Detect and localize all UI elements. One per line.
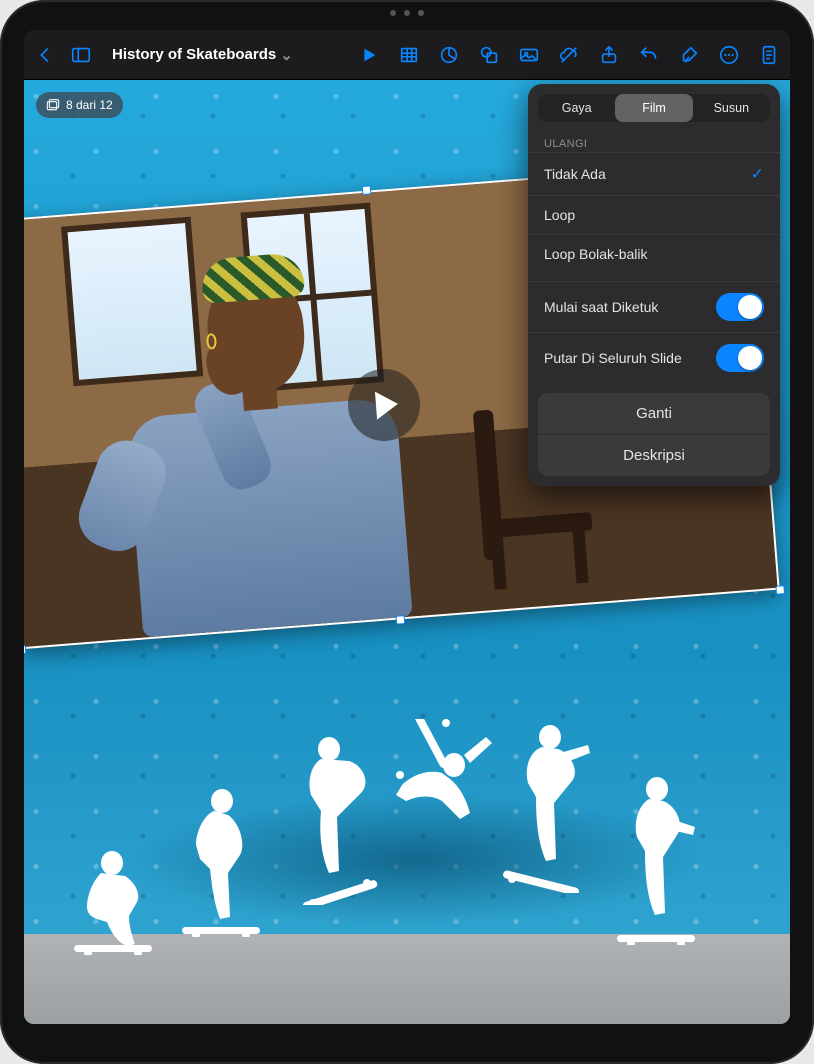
format-popover: Gaya Film Susun ULANGI Tidak Ada ✓ Loop … (528, 84, 780, 486)
cloud-off-icon[interactable] (558, 44, 580, 66)
play-presentation-icon[interactable] (358, 44, 380, 66)
format-tabs: Gaya Film Susun (538, 94, 770, 122)
repeat-option-label: Tidak Ada (544, 166, 606, 182)
row-start-on-tap: Mulai saat Diketuk (528, 282, 780, 333)
more-icon[interactable] (718, 44, 740, 66)
shapes-icon[interactable] (478, 44, 500, 66)
format-brush-icon[interactable] (678, 44, 700, 66)
screen: History of Skateboards ⌄ 8 dari (24, 30, 790, 1024)
back-icon[interactable] (34, 44, 56, 66)
document-title[interactable]: History of Skateboards ⌄ (112, 46, 293, 64)
row-play-across-slides: Putar Di Seluruh Slide (528, 333, 780, 383)
repeat-option-loop[interactable]: Loop (528, 196, 780, 235)
tab-style[interactable]: Gaya (538, 94, 615, 122)
selection-handle[interactable] (396, 615, 406, 625)
tab-arrange[interactable]: Susun (693, 94, 770, 122)
media-icon[interactable] (518, 44, 540, 66)
skater-silhouettes (64, 724, 750, 954)
slide-counter-badge[interactable]: 8 dari 12 (36, 92, 123, 118)
repeat-option-label: Loop (544, 207, 575, 223)
start-on-tap-label: Mulai saat Diketuk (544, 299, 658, 315)
slide-counter-text: 8 dari 12 (66, 98, 113, 112)
top-toolbar: History of Skateboards ⌄ (24, 30, 790, 80)
share-icon[interactable] (598, 44, 620, 66)
undo-icon[interactable] (638, 44, 660, 66)
start-on-tap-toggle[interactable] (716, 293, 764, 321)
repeat-option-list: Tidak Ada ✓ Loop Loop Bolak-balik (528, 152, 780, 273)
play-across-slides-toggle[interactable] (716, 344, 764, 372)
tab-film[interactable]: Film (615, 94, 692, 122)
repeat-option-loop-back[interactable]: Loop Bolak-balik (528, 235, 780, 273)
multitask-dots (390, 10, 424, 16)
playback-options: Mulai saat Diketuk Putar Di Seluruh Slid… (528, 281, 780, 383)
repeat-option-none[interactable]: Tidak Ada ✓ (528, 153, 780, 196)
checkmark-icon: ✓ (751, 164, 764, 184)
selection-handle[interactable] (362, 185, 372, 195)
description-button[interactable]: Deskripsi (538, 434, 770, 476)
document-settings-icon[interactable] (758, 44, 780, 66)
document-title-text: History of Skateboards (112, 46, 276, 63)
popover-actions: Ganti Deskripsi (538, 393, 770, 476)
chevron-down-icon: ⌄ (280, 46, 293, 64)
replace-button[interactable]: Ganti (538, 393, 770, 434)
chart-icon[interactable] (438, 44, 460, 66)
selection-handle[interactable] (775, 585, 785, 595)
ipad-frame: History of Skateboards ⌄ 8 dari (0, 0, 814, 1064)
section-label-repeat: ULANGI (528, 132, 780, 152)
repeat-option-label: Loop Bolak-balik (544, 246, 648, 262)
play-across-slides-label: Putar Di Seluruh Slide (544, 350, 682, 366)
sidebar-icon[interactable] (70, 44, 92, 66)
table-icon[interactable] (398, 44, 420, 66)
